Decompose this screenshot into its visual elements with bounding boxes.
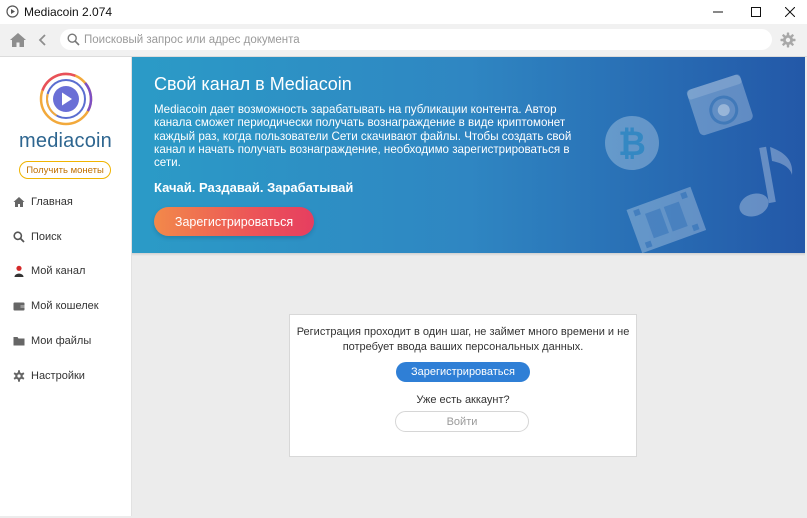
registration-info-text: Регистрация проходит в один шаг, не займ… (296, 326, 630, 353)
sidebar-item-label: Мои файлы (31, 335, 92, 347)
banner-tagline: Качай. Раздавай. Зарабатывай (154, 180, 354, 195)
sidebar-item-my-channel[interactable]: Мой канал (0, 258, 131, 284)
minimize-icon (713, 11, 723, 13)
home-icon[interactable] (9, 31, 27, 49)
maximize-button[interactable] (738, 0, 774, 24)
get-coins-button[interactable]: Получить монеты (19, 161, 111, 179)
search-icon (13, 231, 25, 243)
sidebar-item-files[interactable]: Мои файлы (0, 328, 131, 354)
app-logo-icon (6, 5, 19, 18)
search-icon (67, 33, 80, 46)
app-window: Mediacoin 2.074 Поисковый запрос или адр… (0, 0, 807, 518)
music-note-icon (739, 146, 793, 217)
banner-shadow (132, 253, 805, 256)
close-button[interactable] (772, 0, 807, 24)
sidebar-item-label: Главная (31, 196, 73, 208)
sidebar-item-search[interactable]: Поиск (0, 224, 131, 250)
sidebar-item-label: Поиск (31, 231, 62, 243)
close-icon (785, 7, 795, 17)
mediacoin-logo-icon (39, 72, 93, 126)
sidebar-item-label: Мой кошелек (31, 300, 99, 312)
banner-description: Mediacoin дает возможность зарабатывать … (154, 103, 572, 170)
bitcoin-icon: ₿ (605, 116, 659, 170)
search-input[interactable] (84, 31, 764, 48)
film-strip-icon (626, 186, 706, 253)
sidebar-item-settings[interactable]: Настройки (0, 363, 131, 389)
registration-card: Регистрация проходит в один шаг, не займ… (289, 314, 637, 457)
register-button[interactable]: Зарегистрироваться (396, 362, 530, 382)
sidebar-item-label: Настройки (31, 370, 85, 382)
login-button[interactable]: Войти (395, 411, 529, 432)
wallet-icon (13, 300, 25, 312)
user-icon (13, 265, 25, 277)
channel-banner: Свой канал в Mediacoin Mediacoin дает во… (132, 57, 805, 253)
sidebar: mediacoin Получить монеты Главная Поиск … (0, 57, 132, 516)
folder-icon (13, 335, 25, 347)
gear-icon (13, 370, 25, 382)
window-title: Mediacoin 2.074 (24, 5, 113, 19)
back-arrow-icon[interactable] (36, 32, 50, 48)
settings-gear-icon[interactable] (780, 32, 796, 48)
brand-name: mediacoin (19, 130, 112, 152)
sidebar-item-wallet[interactable]: Мой кошелек (0, 293, 131, 319)
have-account-text: Уже есть аккаунт? (416, 394, 510, 406)
sidebar-item-home[interactable]: Главная (0, 189, 131, 215)
title-bar: Mediacoin 2.074 (0, 0, 807, 24)
sidebar-item-label: Мой канал (31, 265, 86, 277)
maximize-icon (751, 7, 761, 17)
camera-photo-icon (686, 74, 753, 136)
banner-register-button[interactable]: Зарегистрироваться (154, 207, 314, 236)
svg-text:₿: ₿ (618, 124, 646, 164)
toolbar (0, 24, 807, 57)
home-icon (13, 196, 25, 208)
minimize-button[interactable] (700, 0, 736, 24)
banner-title: Свой канал в Mediacoin (154, 74, 352, 94)
search-box (60, 29, 772, 50)
